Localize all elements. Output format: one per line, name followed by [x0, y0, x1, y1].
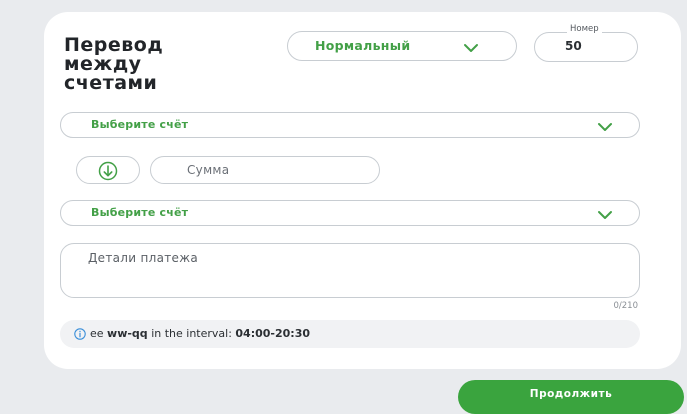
priority-select[interactable]: Нормальный: [287, 31, 517, 61]
swap-direction-button[interactable]: [76, 156, 140, 184]
info-text: ee ww-qq in the interval: 04:00-20:30: [90, 327, 310, 340]
number-field-label: Номер: [567, 24, 602, 34]
page-title: Перевод между счетами: [64, 34, 164, 94]
payment-details-textarea[interactable]: Детали платежа: [60, 243, 640, 298]
to-account-select[interactable]: Выберите счёт: [60, 200, 640, 226]
info-text-prefix: ee: [90, 327, 104, 340]
number-field[interactable]: Номер 50: [534, 24, 638, 62]
priority-select-value: Нормальный: [315, 38, 411, 53]
character-counter: 0/210: [613, 301, 639, 311]
info-icon: [74, 328, 86, 340]
amount-input[interactable]: Сумма: [150, 156, 380, 184]
number-field-value: 50: [565, 39, 582, 53]
from-account-select[interactable]: Выберите счёт: [60, 112, 640, 138]
info-text-middle: in the interval:: [151, 327, 232, 340]
chevron-down-icon: [598, 123, 612, 131]
payment-details-placeholder: Детали платежа: [88, 251, 198, 265]
info-text-bold: ww-qq: [107, 327, 148, 340]
chevron-down-icon: [464, 44, 478, 52]
chevron-down-icon: [598, 211, 612, 219]
info-text-time: 04:00-20:30: [235, 327, 310, 340]
arrow-down-circle-icon: [98, 161, 118, 181]
info-banner: ee ww-qq in the interval: 04:00-20:30: [60, 320, 640, 348]
to-account-placeholder: Выберите счёт: [91, 206, 189, 219]
amount-placeholder: Сумма: [187, 163, 230, 177]
from-account-placeholder: Выберите счёт: [91, 118, 189, 131]
